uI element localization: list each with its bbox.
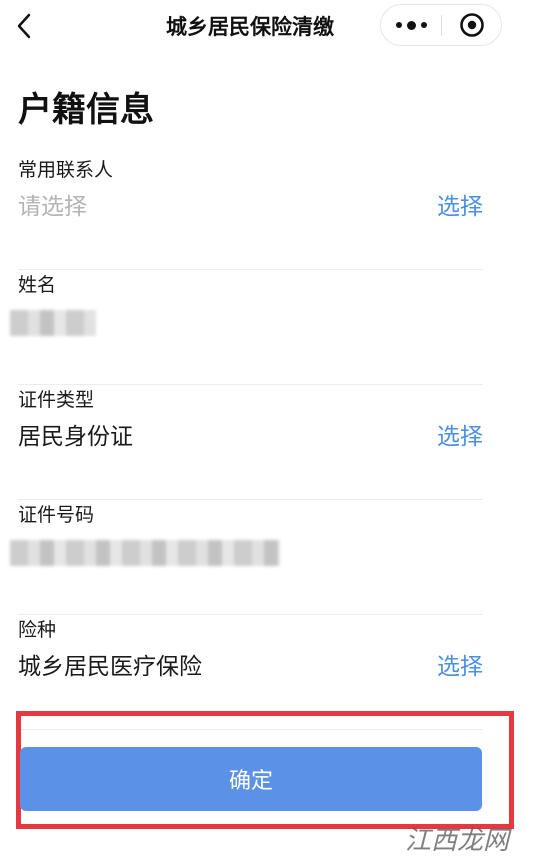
watermark-text: 江西龙网: [405, 826, 510, 856]
top-nav-bar: 城乡居民保险清缴: [0, 0, 544, 52]
watermark-logo: 江西龙网: [405, 820, 540, 860]
name-label: 姓名: [18, 274, 57, 296]
confirm-button[interactable]: 确定: [20, 747, 482, 811]
contact-field[interactable]: 常用联系人 请选择 选择: [18, 155, 483, 270]
insurance-type-label: 险种: [18, 619, 57, 641]
section-title: 户籍信息: [18, 90, 154, 130]
contact-label: 常用联系人: [18, 159, 114, 181]
name-field[interactable]: 姓名: [10, 270, 483, 385]
close-button[interactable]: [442, 5, 502, 45]
id-number-value-redacted: [10, 540, 280, 566]
page: 城乡居民保险清缴 户籍信息 常用联系人 请选择 选择 姓名 证件类型 居民身份证…: [0, 0, 544, 867]
insurance-type-select-link[interactable]: 选择: [437, 647, 483, 681]
target-circle-icon: [460, 13, 484, 37]
mini-program-capsule: [380, 4, 502, 46]
insurance-type-value: 城乡居民医疗保险: [18, 654, 202, 680]
id-number-field[interactable]: 证件号码: [10, 500, 483, 615]
id-type-field[interactable]: 证件类型 居民身份证 选择: [18, 385, 483, 500]
id-number-label: 证件号码: [18, 504, 95, 526]
id-type-value: 居民身份证: [18, 424, 133, 450]
more-dots-icon: [395, 20, 427, 30]
more-button[interactable]: [381, 5, 441, 45]
name-value-redacted: [10, 310, 96, 336]
id-type-select-link[interactable]: 选择: [437, 417, 483, 451]
contact-placeholder: 请选择: [18, 194, 87, 220]
contact-select-link[interactable]: 选择: [437, 187, 483, 221]
id-type-label: 证件类型: [18, 389, 95, 411]
